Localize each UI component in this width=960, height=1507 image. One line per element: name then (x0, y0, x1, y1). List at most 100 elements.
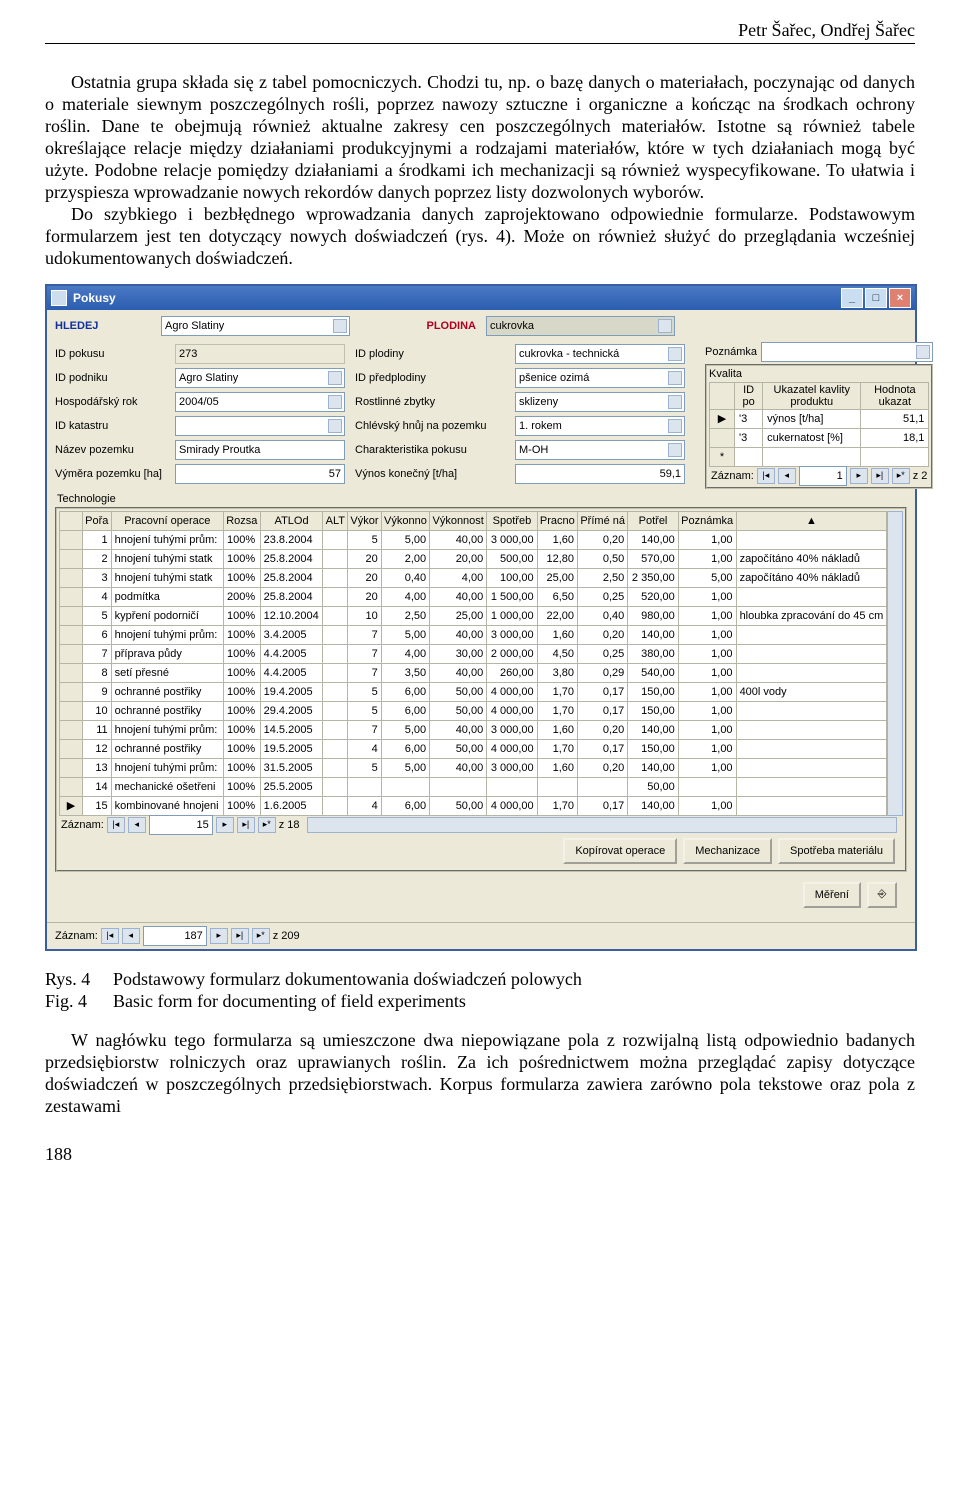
outer-nav-next[interactable]: ▸ (210, 928, 228, 944)
tech-col-header[interactable]: Spotřeb (487, 511, 537, 530)
vertical-scrollbar[interactable] (887, 511, 903, 816)
tech-row[interactable]: 14mechanické ošetřeni100%25.5.200550,00 (60, 777, 887, 796)
id-pokusu-field: 273 (175, 344, 345, 364)
pokusy-window: Pokusy _ □ × HLEDEJ Agro Slatiny PLODINA… (45, 284, 917, 951)
minimize-button[interactable]: _ (841, 288, 863, 308)
technologie-label: Technologie (51, 489, 911, 505)
paragraph-2: Do szybkiego i bezbłędnego wprowadzania … (45, 204, 915, 270)
tech-row[interactable]: 5kypření podorničí100%12.10.2004102,5025… (60, 606, 887, 625)
door-icon: ⎆ (878, 888, 887, 901)
spotreba-materialu-button[interactable]: Spotřeba materiálu (778, 838, 895, 864)
horizontal-scrollbar[interactable] (307, 817, 897, 833)
tech-col-header[interactable]: Výkor (348, 511, 382, 530)
fig4-label: Fig. 4 (45, 991, 113, 1013)
charakt-label: Charakteristika pokusu (355, 444, 505, 456)
outer-nav-prev[interactable]: ◂ (122, 928, 140, 944)
id-katastru-combo[interactable] (175, 416, 345, 436)
rost-zbytky-label: Rostlinné zbytky (355, 396, 505, 408)
tech-row[interactable]: 2hnojení tuhými statk100%25.8.2004202,00… (60, 549, 887, 568)
mereni-button[interactable]: Měření (803, 882, 861, 908)
technologie-panel: PořaPracovní operaceRozsaATLOdALTVýkorVý… (55, 507, 907, 872)
rys4-text: Podstawowy formularz dokumentowania dośw… (113, 969, 582, 991)
kopirovat-operace-button[interactable]: Kopírovat operace (563, 838, 677, 864)
tech-col-header[interactable]: Pořa (83, 511, 112, 530)
plodina-label: PLODINA (427, 320, 477, 332)
hledej-podnik-combo[interactable]: Agro Slatiny (161, 316, 350, 336)
fig4-text: Basic form for documenting of field expe… (113, 991, 466, 1013)
tech-row[interactable]: 3hnojení tuhými statk100%25.8.2004200,40… (60, 568, 887, 587)
charakt-combo[interactable]: M-OH (515, 440, 685, 460)
kvalita-nav-last[interactable]: ▸| (871, 468, 889, 484)
paragraph-3: W nagłówku tego formularza są umieszczon… (45, 1030, 915, 1118)
tech-row[interactable]: ▶15kombinované hnojeni100%1.6.200546,005… (60, 796, 887, 815)
exit-door-button[interactable]: ⎆ (867, 882, 897, 908)
id-podniku-label: ID podniku (55, 372, 165, 384)
tech-row[interactable]: 7příprava půdy100%4.4.200574,0030,002 00… (60, 644, 887, 663)
tech-col-header[interactable]: Poznámka (678, 511, 736, 530)
tech-col-header[interactable]: Pracno (537, 511, 577, 530)
tech-nav-last[interactable]: ▸| (237, 817, 255, 833)
tech-nav-next[interactable]: ▸ (216, 817, 234, 833)
tech-row[interactable]: 6hnojení tuhými prům:100%3.4.200575,0040… (60, 625, 887, 644)
tech-row[interactable]: 4podmítka200%25.8.2004204,0040,001 500,0… (60, 587, 887, 606)
id-katastru-label: ID katastru (55, 420, 165, 432)
titlebar: Pokusy _ □ × (47, 286, 915, 310)
poznamka-combo[interactable] (761, 342, 933, 362)
tech-row[interactable]: 13hnojení tuhými prům:100%31.5.200555,00… (60, 758, 887, 777)
kvalita-col-ukazatel: Ukazatel kavlity produktu (763, 382, 861, 409)
maximize-button[interactable]: □ (865, 288, 887, 308)
tech-col-header[interactable]: Rozsa (224, 511, 261, 530)
tech-nav-first[interactable]: |◂ (107, 817, 125, 833)
chlev-label: Chlévský hnůj na pozemku (355, 420, 505, 432)
tech-col-header[interactable]: ATLOd (260, 511, 323, 530)
hledej-label: HLEDEJ (55, 320, 155, 332)
hosp-rok-combo[interactable]: 2004/05 (175, 392, 345, 412)
tech-col-header[interactable]: Potřel (628, 511, 678, 530)
page-header-authors: Petr Šařec, Ondřej Šařec (45, 20, 915, 44)
tech-row[interactable]: 12ochranné postřiky100%19.5.200546,0050,… (60, 739, 887, 758)
kvalita-nav-next[interactable]: ▸ (850, 468, 868, 484)
vynos-label: Výnos konečný [t/ha] (355, 468, 505, 480)
id-plodiny-label: ID plodiny (355, 348, 505, 360)
tech-col-header[interactable]: Výkonnost (430, 511, 487, 530)
outer-nav-last[interactable]: ▸| (231, 928, 249, 944)
id-plodiny-combo[interactable]: cukrovka - technická (515, 344, 685, 364)
id-pokusu-label: ID pokusu (55, 348, 165, 360)
tech-row[interactable]: 1hnojení tuhými prům:100%23.8.200455,004… (60, 530, 887, 549)
kvalita-recordbar: Záznam: |◂ ◂ 1 ▸ ▸| ▸* z 2 (709, 467, 929, 485)
vymera-label: Výměra pozemku [ha] (55, 468, 165, 480)
nazev-pozemku-field[interactable]: Smirady Proutka (175, 440, 345, 460)
tech-col-header[interactable]: Přímé ná (578, 511, 628, 530)
kvalita-nav-new[interactable]: ▸* (892, 468, 910, 484)
tech-col-header[interactable]: ALT (323, 511, 348, 530)
tech-row[interactable]: 11hnojení tuhými prům:100%14.5.200575,00… (60, 720, 887, 739)
technologie-table[interactable]: PořaPracovní operaceRozsaATLOdALTVýkorVý… (59, 511, 887, 816)
tech-row[interactable]: 9ochranné postřiky100%19.4.200556,0050,0… (60, 682, 887, 701)
id-podniku-combo[interactable]: Agro Slatiny (175, 368, 345, 388)
chlev-combo[interactable]: 1. rokem (515, 416, 685, 436)
mechanizace-button[interactable]: Mechanizace (683, 838, 772, 864)
kvalita-nav-prev[interactable]: ◂ (778, 468, 796, 484)
vymera-field[interactable]: 57 (175, 464, 345, 484)
tech-nav-new[interactable]: ▸* (258, 817, 276, 833)
tech-nav-prev[interactable]: ◂ (128, 817, 146, 833)
tech-row[interactable]: 8setí přesné100%4.4.200573,5040,00260,00… (60, 663, 887, 682)
id-predplodiny-combo[interactable]: pšenice ozimá (515, 368, 685, 388)
outer-nav-first[interactable]: |◂ (101, 928, 119, 944)
kvalita-row[interactable]: ▶'3výnos [t/ha]51,1 (710, 409, 929, 428)
tech-col-header[interactable]: Pracovní operace (111, 511, 223, 530)
tech-row[interactable]: 10ochranné postřiky100%29.4.200556,0050,… (60, 701, 887, 720)
plodina-combo[interactable]: cukrovka (486, 316, 675, 336)
nazev-pozemku-label: Název pozemku (55, 444, 165, 456)
kvalita-col-hodnota: Hodnota ukazat (861, 382, 929, 409)
outer-nav-new[interactable]: ▸* (252, 928, 270, 944)
app-icon (51, 290, 67, 306)
id-predplodiny-label: ID předplodiny (355, 372, 505, 384)
window-title: Pokusy (73, 291, 116, 305)
kvalita-row[interactable]: '3cukernatost [%]18,1 (710, 428, 929, 447)
kvalita-nav-first[interactable]: |◂ (757, 468, 775, 484)
vynos-field[interactable]: 59,1 (515, 464, 685, 484)
tech-col-header[interactable]: Výkonno (381, 511, 429, 530)
rost-zbytky-combo[interactable]: sklizeny (515, 392, 685, 412)
close-button[interactable]: × (889, 288, 911, 308)
